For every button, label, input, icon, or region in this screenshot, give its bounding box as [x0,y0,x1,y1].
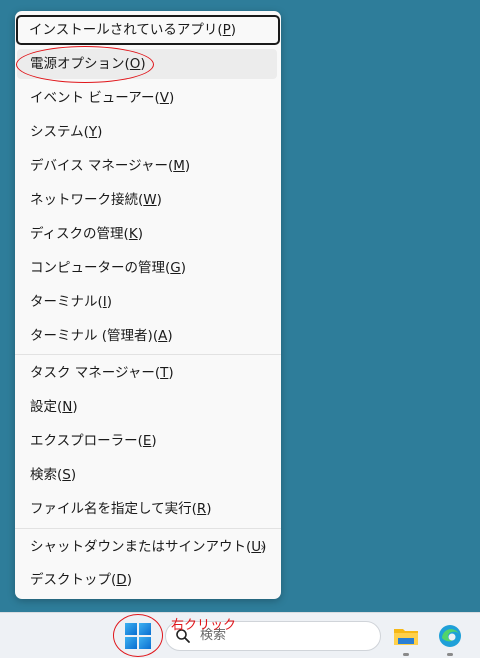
menu-divider [15,354,281,355]
menu-item-system[interactable]: システム(Y) [17,117,277,147]
taskbar: 検索 [0,612,480,658]
menu-item-file-explorer[interactable]: エクスプローラー(E) [17,426,277,456]
chevron-right-icon: › [260,540,265,554]
file-explorer-icon[interactable] [392,622,420,650]
menu-item-installed-apps[interactable]: インストールされているアプリ(P) [16,15,280,45]
winx-context-menu: インストールされているアプリ(P) 電源オプション(O) イベント ビューアー(… [15,11,281,599]
menu-item-desktop[interactable]: デスクトップ(D) [17,565,277,595]
menu-item-run[interactable]: ファイル名を指定して実行(R) [17,494,277,524]
right-click-annotation: 右クリック [171,618,237,633]
menu-item-terminal-admin[interactable]: ターミナル (管理者)(A) [17,321,277,351]
menu-item-device-manager[interactable]: デバイス マネージャー(M) [17,151,277,181]
running-indicator [447,653,453,656]
menu-item-shutdown-signout[interactable]: シャットダウンまたはサインアウト(U) › [17,532,277,562]
highlight-ellipse-power-options [16,46,154,83]
menu-item-computer-management[interactable]: コンピューターの管理(G) [17,253,277,283]
highlight-ellipse-start-button [113,614,163,657]
menu-item-event-viewer[interactable]: イベント ビューアー(V) [17,83,277,113]
menu-item-task-manager[interactable]: タスク マネージャー(T) [17,358,277,388]
menu-item-network-connections[interactable]: ネットワーク接続(W) [17,185,277,215]
menu-item-search[interactable]: 検索(S) [17,460,277,490]
running-indicator [403,653,409,656]
menu-item-terminal[interactable]: ターミナル(I) [17,287,277,317]
menu-item-disk-management[interactable]: ディスクの管理(K) [17,219,277,249]
edge-icon[interactable] [436,622,464,650]
menu-item-settings[interactable]: 設定(N) [17,392,277,422]
menu-divider [15,528,281,529]
